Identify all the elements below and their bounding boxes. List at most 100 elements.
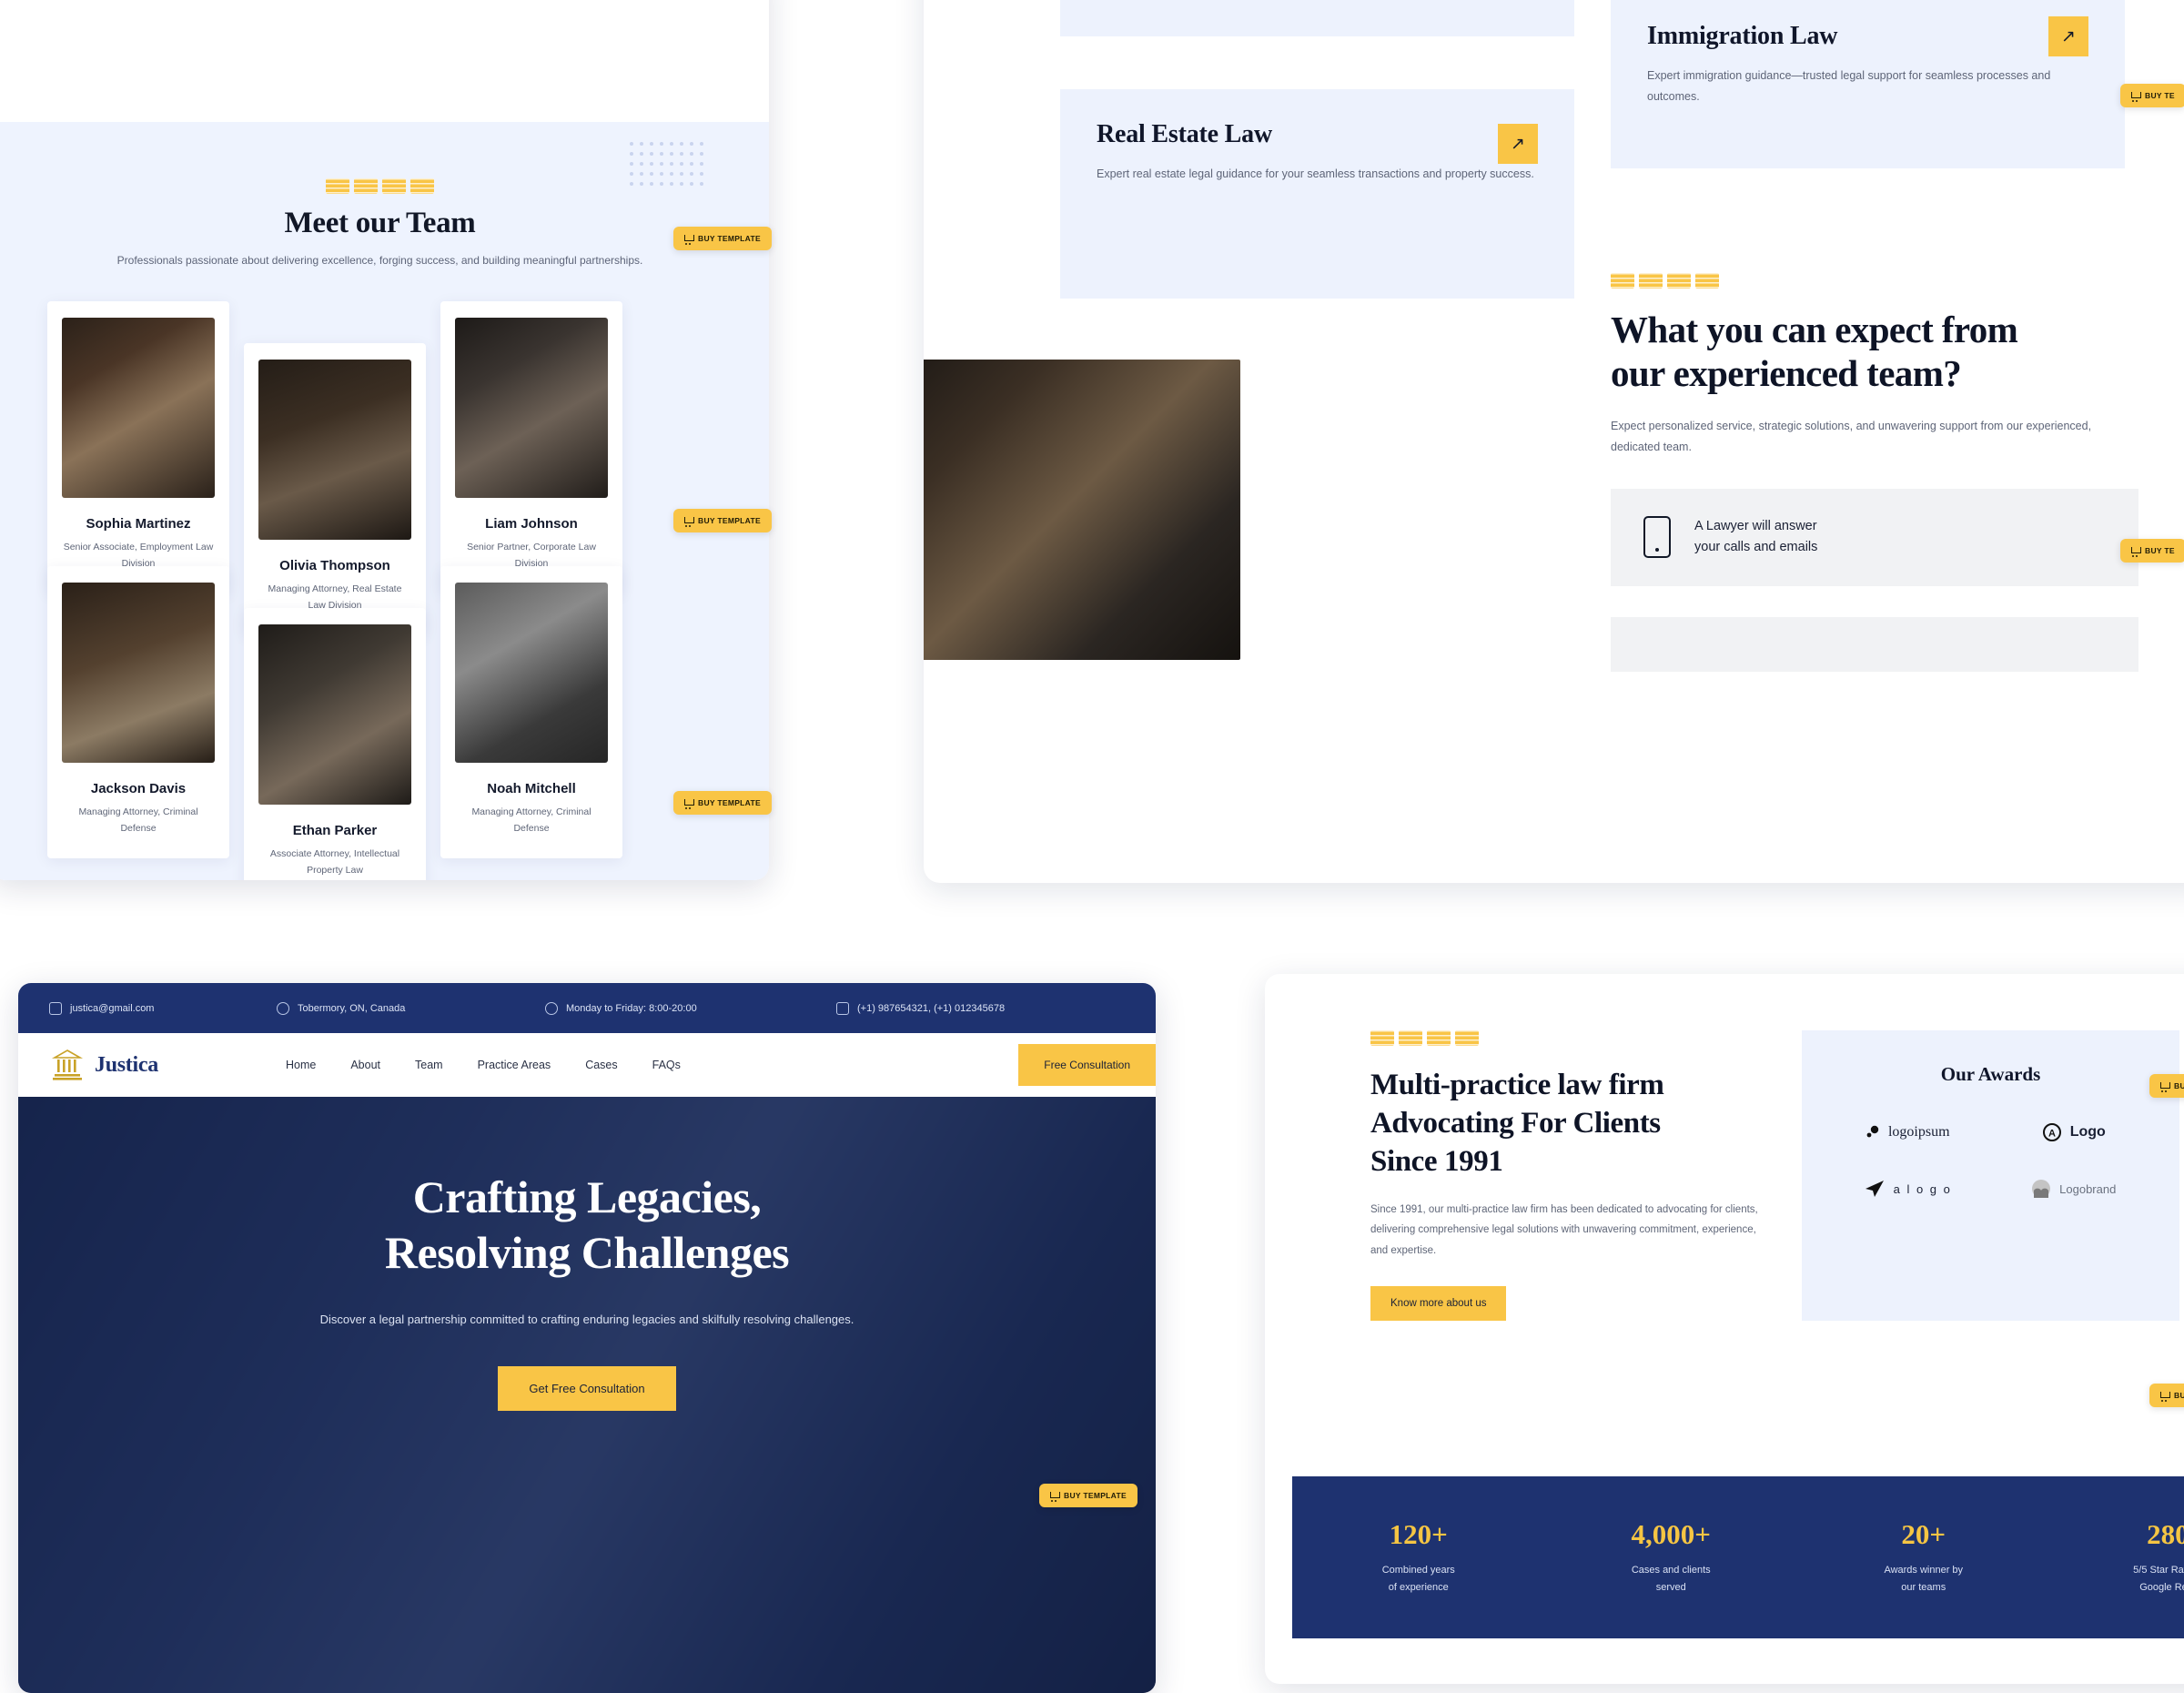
nav-item-practice-areas[interactable]: Practice Areas xyxy=(478,1059,551,1071)
team-grid: Sophia Martinez Senior Associate, Employ… xyxy=(0,301,769,866)
topbar-email[interactable]: justica@gmail.com xyxy=(49,1002,277,1015)
stats-bar: 120+ Combined years of experience 4,000+… xyxy=(1292,1476,2184,1638)
expect-title-line1: What you can expect from xyxy=(1611,309,2138,352)
stat-combined-years: 120+ Combined years of experience xyxy=(1292,1518,1545,1597)
buy-template-label: BUY TE xyxy=(2145,546,2175,555)
team-card-liam-johnson[interactable]: Liam Johnson Senior Partner, Corporate L… xyxy=(440,301,622,593)
mail-icon xyxy=(49,1002,62,1015)
topbar-phones[interactable]: (+1) 987654321, (+1) 012345678 xyxy=(836,1002,1005,1015)
expect-feature-line1: A Lawyer will answer xyxy=(1694,516,1817,537)
about-title-line2: Advocating For Clients xyxy=(1370,1104,1762,1142)
stat-cases-clients: 4,000+ Cases and clients served xyxy=(1545,1518,1798,1597)
awards-card: Our Awards logoipsum A Logo xyxy=(1802,1030,2179,1321)
hero-title-line2: Resolving Challenges xyxy=(18,1225,1156,1281)
team-card-ethan-parker[interactable]: Ethan Parker Associate Attorney, Intelle… xyxy=(244,608,426,880)
topbar-hours: Monday to Friday: 8:00-20:00 xyxy=(545,1002,836,1015)
team-photo xyxy=(62,583,215,763)
circle-a-icon: A xyxy=(2042,1122,2062,1142)
buy-template-label: BUY TEMPLATE xyxy=(698,234,761,243)
about-top: Multi-practice law firm Advocating For C… xyxy=(1265,974,2184,1321)
expect-eyebrow-icon xyxy=(1611,273,2138,289)
team-card-sophia-martinez[interactable]: Sophia Martinez Senior Associate, Employ… xyxy=(47,301,229,593)
immigration-law-card[interactable]: Immigration Law Expert immigration guida… xyxy=(1611,0,2125,168)
buy-template-badge[interactable]: BUY TE xyxy=(2149,1074,2184,1098)
hero-section: Crafting Legacies, Resolving Challenges … xyxy=(18,1097,1156,1693)
buy-template-badge[interactable]: BUY TEMPLATE xyxy=(673,509,772,532)
location-text: Tobermory, ON, Canada xyxy=(298,1003,405,1014)
team-member-name: Sophia Martinez xyxy=(62,516,215,532)
team-card-noah-mitchell[interactable]: Noah Mitchell Managing Attorney, Crimina… xyxy=(440,566,622,858)
stat-value: 120+ xyxy=(1292,1518,1545,1551)
cart-icon xyxy=(2160,1392,2169,1399)
buy-template-badge[interactable]: BUY TEMPLATE xyxy=(673,227,772,250)
real-estate-law-card[interactable]: Real Estate Law Expert real estate legal… xyxy=(1060,89,1574,299)
real-estate-law-description: Expert real estate legal guidance for yo… xyxy=(1097,164,1538,185)
immigration-law-description: Expert immigration guidance—trusted lega… xyxy=(1647,66,2088,106)
cart-icon xyxy=(1050,1492,1058,1499)
awards-grid: logoipsum A Logo a l o g o xyxy=(1829,1122,2152,1199)
buy-template-badge[interactable]: BUY TE xyxy=(2120,539,2184,563)
nav-item-faqs[interactable]: FAQs xyxy=(652,1059,681,1071)
buy-template-label: BUY TEMPLATE xyxy=(1064,1491,1127,1500)
about-description: Since 1991, our multi-practice law firm … xyxy=(1370,1200,1762,1261)
cart-icon xyxy=(2131,92,2139,99)
about-title-line3: Since 1991 xyxy=(1370,1142,1762,1181)
expect-feature-row-secondary xyxy=(1611,617,2138,672)
nav-item-home[interactable]: Home xyxy=(286,1059,316,1071)
cart-icon xyxy=(2160,1082,2169,1090)
team-section: Meet our Team Professionals passionate a… xyxy=(0,122,769,880)
nav-item-about[interactable]: About xyxy=(350,1059,380,1071)
brand-logo[interactable]: Justica xyxy=(49,1047,286,1083)
corporate-law-card[interactable]: Strategic corporate legal counsel—ensuri… xyxy=(1060,0,1574,36)
circle-heart-icon xyxy=(2031,1179,2051,1199)
office-photo xyxy=(924,360,1240,660)
stat-label-line2: our teams xyxy=(1797,1579,2050,1597)
buy-template-badge[interactable]: BUY TE xyxy=(2149,1384,2184,1407)
stat-label-line2: of experience xyxy=(1292,1579,1545,1597)
expect-description: Expect personalized service, strategic s… xyxy=(1611,416,2138,458)
team-card-jackson-davis[interactable]: Jackson Davis Managing Attorney, Crimina… xyxy=(47,566,229,858)
dots-decoration xyxy=(630,142,703,186)
hero-description: Discover a legal partnership committed t… xyxy=(18,1308,1156,1332)
team-member-name: Ethan Parker xyxy=(258,823,411,838)
hero-title: Crafting Legacies, Resolving Challenges xyxy=(18,1170,1156,1281)
nav-item-cases[interactable]: Cases xyxy=(585,1059,617,1071)
expect-title: What you can expect from our experienced… xyxy=(1611,309,2138,396)
buy-template-label: BUY TEMPLATE xyxy=(698,516,761,525)
cart-icon xyxy=(2131,547,2139,554)
team-member-role: Associate Attorney, Intellectual Propert… xyxy=(258,846,411,878)
stat-value: 4,000+ xyxy=(1545,1518,1798,1551)
free-consultation-button[interactable]: Free Consultation xyxy=(1018,1044,1156,1086)
nav-item-team[interactable]: Team xyxy=(415,1059,443,1071)
award-label: Logobrand xyxy=(2059,1182,2116,1196)
buy-template-badge[interactable]: BUY TEMPLATE xyxy=(1039,1484,1138,1507)
team-card-olivia-thompson[interactable]: Olivia Thompson Managing Attorney, Real … xyxy=(244,343,426,635)
stat-label-line1: Awards winner by xyxy=(1797,1562,2050,1579)
real-estate-arrow-icon[interactable]: ↗ xyxy=(1498,124,1538,164)
topbar-location: Tobermory, ON, Canada xyxy=(277,1002,545,1015)
stat-awards: 20+ Awards winner by our teams xyxy=(1797,1518,2050,1597)
svg-text:A: A xyxy=(2048,1129,2056,1140)
stat-label-line2: Google Reviews xyxy=(2050,1579,2184,1597)
immigration-arrow-icon[interactable]: ↗ xyxy=(2048,16,2088,56)
award-label: a l o g o xyxy=(1894,1182,1952,1196)
contact-topbar: justica@gmail.com Tobermory, ON, Canada … xyxy=(18,983,1156,1033)
team-panel: Years of practicing case every step of t… xyxy=(0,0,769,880)
brand-name: Justica xyxy=(95,1053,158,1078)
hero-cta-button[interactable]: Get Free Consultation xyxy=(498,1366,675,1411)
paper-plane-icon xyxy=(1864,1179,1886,1199)
know-more-button[interactable]: Know more about us xyxy=(1370,1286,1506,1321)
stat-label-line1: 5/5 Star Ratings on xyxy=(2050,1562,2184,1579)
cart-icon xyxy=(684,799,693,806)
stat-ratings: 280+ 5/5 Star Ratings on Google Reviews xyxy=(2050,1518,2184,1597)
logoipsum-icon xyxy=(1866,1125,1880,1140)
team-member-name: Liam Johnson xyxy=(455,516,608,532)
award-logoipsum: logoipsum xyxy=(1829,1122,1987,1142)
team-panel-top-strip: Years of practicing case every step of t… xyxy=(0,0,769,122)
buy-template-badge[interactable]: BUY TEMPLATE xyxy=(673,791,772,815)
homepage-panel: justica@gmail.com Tobermory, ON, Canada … xyxy=(18,983,1156,1693)
team-member-name: Olivia Thompson xyxy=(258,558,411,573)
award-label: Logo xyxy=(2070,1124,2106,1140)
phones-text: (+1) 987654321, (+1) 012345678 xyxy=(857,1003,1005,1014)
buy-template-badge[interactable]: BUY TE xyxy=(2120,84,2184,107)
